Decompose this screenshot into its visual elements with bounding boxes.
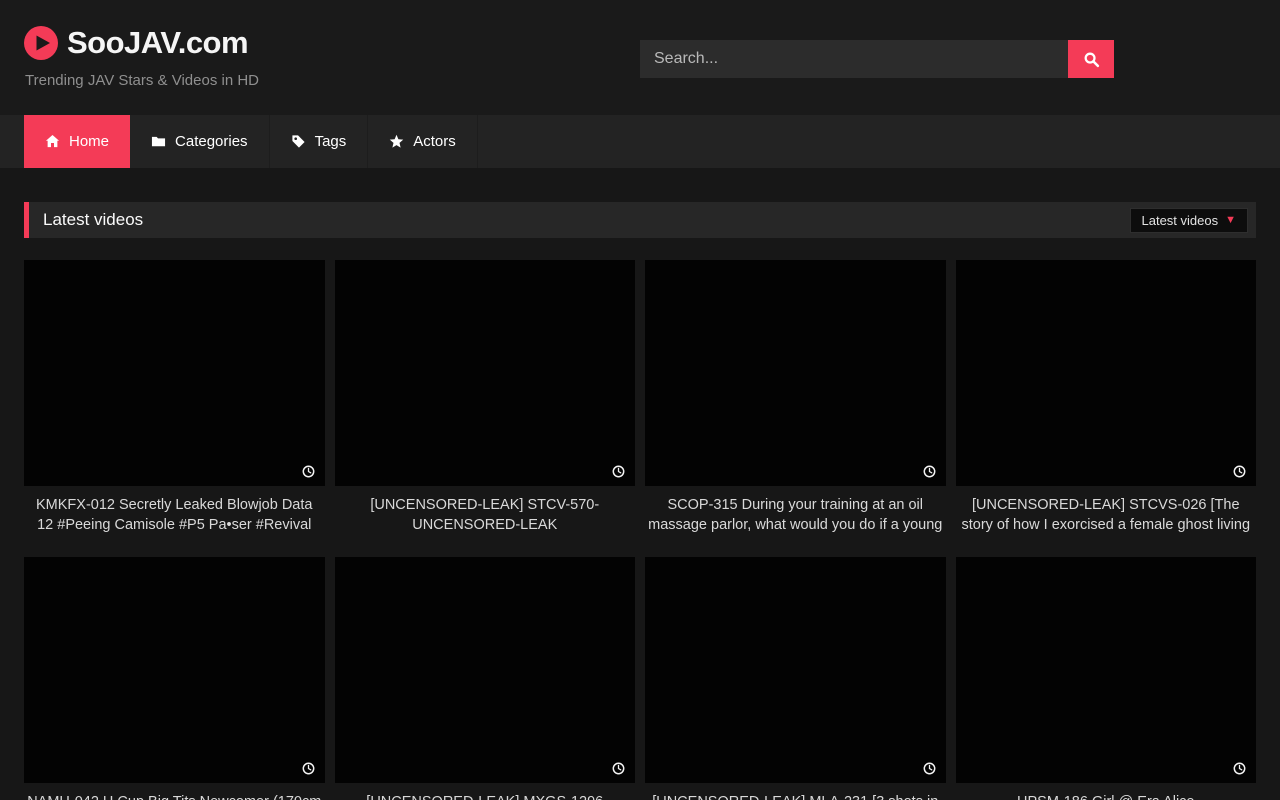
video-card[interactable]: [UNCENSORED-LEAK] STCV-570-UNCENSORED-LE… bbox=[335, 260, 636, 535]
clock-icon bbox=[302, 762, 315, 775]
nav-item-label: Tags bbox=[315, 133, 347, 150]
sort-dropdown[interactable]: Latest videos ▼ bbox=[1130, 208, 1249, 233]
video-thumbnail[interactable] bbox=[335, 557, 636, 783]
nav-item-label: Home bbox=[69, 133, 109, 150]
site-logo[interactable]: SooJAV.com bbox=[24, 25, 248, 61]
video-thumbnail[interactable] bbox=[645, 260, 946, 486]
section-title: Latest videos bbox=[43, 210, 143, 230]
video-title[interactable]: SCOP-315 During your training at an oil … bbox=[645, 495, 946, 535]
clock-icon bbox=[302, 465, 315, 478]
video-thumbnail[interactable] bbox=[24, 557, 325, 783]
video-card[interactable]: KMKFX-012 Secretly Leaked Blowjob Data 1… bbox=[24, 260, 325, 535]
video-thumbnail[interactable] bbox=[24, 260, 325, 486]
video-card[interactable]: [UNCENSORED-LEAK] MLA-231 [3 shots in bbox=[645, 557, 946, 800]
video-title[interactable]: [UNCENSORED-LEAK] MLA-231 [3 shots in bbox=[645, 792, 946, 800]
video-title[interactable]: [UNCENSORED-LEAK] STCVS-026 [The story o… bbox=[956, 495, 1257, 535]
magnifier-icon bbox=[1083, 51, 1100, 68]
tag-icon bbox=[291, 134, 306, 149]
site-header: SooJAV.com Trending JAV Stars & Videos i… bbox=[0, 0, 1280, 115]
video-title[interactable]: HPSM-186 Girl @ Era Alice bbox=[956, 792, 1257, 800]
video-title[interactable]: NAMH-042 H Cup Big Tits Newcomer (170cm … bbox=[24, 792, 325, 800]
folder-icon bbox=[151, 134, 166, 149]
clock-icon bbox=[612, 465, 625, 478]
video-thumbnail[interactable] bbox=[956, 557, 1257, 783]
video-thumbnail[interactable] bbox=[956, 260, 1257, 486]
play-logo-icon bbox=[24, 26, 58, 60]
nav-item-home[interactable]: Home bbox=[24, 115, 130, 168]
video-title[interactable]: [UNCENSORED-LEAK] STCV-570-UNCENSORED-LE… bbox=[335, 495, 636, 535]
nav-item-categories[interactable]: Categories bbox=[130, 115, 270, 168]
section-header: Latest videos Latest videos ▼ bbox=[24, 202, 1256, 238]
video-thumbnail[interactable] bbox=[645, 557, 946, 783]
video-card[interactable]: [UNCENSORED-LEAK] MXGS-1296 Absolutely bbox=[335, 557, 636, 800]
video-title[interactable]: [UNCENSORED-LEAK] MXGS-1296 Absolutely bbox=[335, 792, 636, 800]
nav-item-label: Actors bbox=[413, 133, 456, 150]
clock-icon bbox=[1233, 465, 1246, 478]
star-icon bbox=[389, 134, 404, 149]
clock-icon bbox=[923, 465, 936, 478]
search-form bbox=[640, 40, 1114, 78]
main-nav: Home Categories Tags Actors bbox=[0, 115, 1280, 168]
video-grid: KMKFX-012 Secretly Leaked Blowjob Data 1… bbox=[24, 260, 1256, 800]
video-card[interactable]: [UNCENSORED-LEAK] STCVS-026 [The story o… bbox=[956, 260, 1257, 535]
video-card[interactable]: HPSM-186 Girl @ Era Alice bbox=[956, 557, 1257, 800]
site-tagline: Trending JAV Stars & Videos in HD bbox=[25, 72, 259, 89]
clock-icon bbox=[612, 762, 625, 775]
video-card[interactable]: SCOP-315 During your training at an oil … bbox=[645, 260, 946, 535]
home-icon bbox=[45, 134, 60, 149]
search-button[interactable] bbox=[1068, 40, 1114, 78]
nav-item-label: Categories bbox=[175, 133, 248, 150]
search-input[interactable] bbox=[640, 40, 1068, 78]
video-thumbnail[interactable] bbox=[335, 260, 636, 486]
caret-down-icon: ▼ bbox=[1225, 215, 1236, 226]
site-title: SooJAV.com bbox=[67, 25, 248, 61]
video-card[interactable]: NAMH-042 H Cup Big Tits Newcomer (170cm … bbox=[24, 557, 325, 800]
sort-dropdown-label: Latest videos bbox=[1142, 213, 1219, 228]
nav-item-actors[interactable]: Actors bbox=[368, 115, 478, 168]
clock-icon bbox=[1233, 762, 1246, 775]
video-title[interactable]: KMKFX-012 Secretly Leaked Blowjob Data 1… bbox=[24, 495, 325, 535]
nav-item-tags[interactable]: Tags bbox=[270, 115, 369, 168]
clock-icon bbox=[923, 762, 936, 775]
